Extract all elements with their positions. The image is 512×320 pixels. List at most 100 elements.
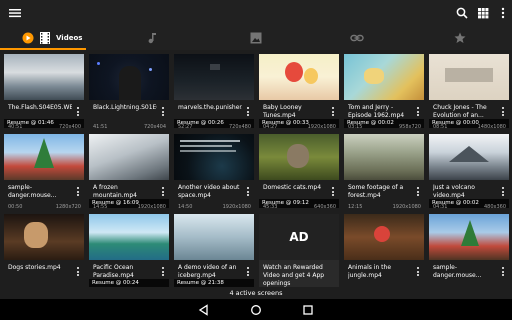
video-title: Tom and Jerry - Episode 1962.mp4 [348, 104, 405, 119]
video-thumbnail[interactable] [4, 214, 84, 260]
video-title: A frozen mountain.mp4 [93, 184, 137, 199]
video-card[interactable]: Black.Lightning.S01E05.HDTV.x264... 41:5… [89, 54, 169, 130]
video-duration: 41:51 [93, 124, 108, 130]
video-card[interactable]: Resume @ 00:02 Tom and Jerry - Episode 1… [344, 54, 424, 130]
video-duration: 52:27 [178, 124, 193, 130]
grid-view-icon[interactable] [476, 6, 490, 20]
video-card[interactable]: Resume @ 09:12 Domestic cats.mp4 45:33 6… [259, 134, 339, 210]
back-icon[interactable] [198, 304, 210, 316]
video-duration: 40:51 [8, 124, 23, 130]
more-options-icon[interactable] [501, 107, 504, 116]
video-title: sample-danger.mouse... [8, 184, 57, 199]
video-thumbnail[interactable] [344, 214, 424, 260]
video-thumbnail[interactable] [344, 134, 424, 180]
ad-card[interactable]: AD Watch an Rewarded Video and get 4 App… [259, 214, 339, 288]
video-card[interactable]: Resume @ 00:26 marvels.the.punisher.s01e… [174, 54, 254, 130]
video-card[interactable]: Resume @ 21:38 A demo video of an iceber… [174, 214, 254, 288]
video-thumbnail[interactable] [174, 54, 254, 100]
video-card[interactable]: sample-danger.mouse... [429, 214, 509, 288]
top-app-bar [0, 0, 512, 26]
video-duration: 00:50 [8, 204, 23, 210]
active-tab-indicator [0, 48, 86, 50]
overflow-menu-icon[interactable] [496, 6, 510, 20]
app-logo-icon [22, 32, 34, 44]
video-duration: 14:50 [178, 204, 193, 210]
video-thumbnail[interactable] [259, 54, 339, 100]
ad-text: Watch an Rewarded Video and get 4 App op… [263, 264, 325, 287]
more-options-icon[interactable] [76, 187, 79, 196]
search-icon[interactable] [455, 6, 469, 20]
more-options-icon[interactable] [161, 267, 164, 276]
video-title: Another video about space.mp4 [178, 184, 240, 199]
video-title: Domestic cats.mp4 [263, 184, 322, 191]
more-options-icon[interactable] [501, 187, 504, 196]
more-options-icon[interactable] [331, 187, 334, 196]
video-card[interactable]: Animals in the jungle.mp4 [344, 214, 424, 288]
video-title: Some footage of a forest.mp4 [348, 184, 404, 199]
more-options-icon[interactable] [501, 267, 504, 276]
video-card[interactable]: Another video about space.mp4 14:50 1920… [174, 134, 254, 210]
video-title: Just a volcano video.mp4 [433, 184, 475, 199]
video-thumbnail[interactable] [89, 54, 169, 100]
video-title: sample-danger.mouse... [433, 264, 482, 279]
video-resolution: 720x400 [58, 124, 81, 130]
video-grid: Resume @ 01:46 The.Flash.S04E05.WEBRip.x… [0, 52, 512, 288]
favorites-star-icon[interactable] [454, 32, 466, 44]
video-card[interactable]: Resume @ 01:46 The.Flash.S04E05.WEBRip.x… [4, 54, 84, 130]
link-icon[interactable] [350, 33, 364, 43]
video-title: Animals in the jungle.mp4 [348, 264, 392, 279]
more-options-icon[interactable] [331, 107, 334, 116]
video-duration: 03:15 [348, 124, 363, 130]
more-options-icon[interactable] [416, 107, 419, 116]
video-resolution: 1920x1080 [392, 204, 421, 210]
video-card[interactable]: sample-danger.mouse... 00:50 1280x720 [4, 134, 84, 210]
video-resolution: 1280x720 [55, 204, 81, 210]
music-icon[interactable] [147, 32, 157, 44]
video-title: Pacific Ocean Paradise.mp4 [93, 264, 134, 279]
more-options-icon[interactable] [76, 267, 79, 276]
category-tabs: Videos [0, 26, 512, 50]
tab-videos[interactable]: Videos [22, 26, 82, 50]
video-card[interactable]: Resume @ 00:24 Pacific Ocean Paradise.mp… [89, 214, 169, 288]
video-duration: 04:27 [263, 124, 278, 130]
tab-videos-label: Videos [56, 34, 83, 42]
video-thumbnail[interactable] [4, 54, 84, 100]
video-card[interactable]: Dogs stories.mp4 [4, 214, 84, 288]
video-thumbnail[interactable] [259, 134, 339, 180]
home-icon[interactable] [250, 304, 262, 316]
video-thumbnail[interactable] [89, 214, 169, 260]
video-card[interactable]: Resume @ 00:02 Just a volcano video.mp4 … [429, 134, 509, 210]
video-title: Chuck Jones - The Evolution of an... [433, 104, 487, 119]
video-card[interactable]: Some footage of a forest.mp4 12:15 1920x… [344, 134, 424, 210]
video-resolution: 1920x1080 [137, 204, 166, 210]
video-card[interactable]: Resume @ 16:09 A frozen mountain.mp4 14:… [89, 134, 169, 210]
video-title: A demo video of an iceberg.mp4 [178, 264, 237, 279]
video-thumbnail[interactable] [429, 214, 509, 260]
more-options-icon[interactable] [161, 187, 164, 196]
video-card[interactable]: Resume @ 00:33 Baby Looney Tunes.mp4 04:… [259, 54, 339, 130]
more-options-icon[interactable] [246, 187, 249, 196]
more-options-icon[interactable] [246, 107, 249, 116]
video-thumbnail[interactable] [429, 134, 509, 180]
video-thumbnail[interactable] [429, 54, 509, 100]
video-thumbnail[interactable] [89, 134, 169, 180]
recents-icon[interactable] [302, 304, 314, 316]
video-title: Dogs stories.mp4 [8, 264, 61, 271]
menu-icon[interactable] [8, 6, 22, 20]
system-nav-bar [0, 299, 512, 320]
more-options-icon[interactable] [416, 267, 419, 276]
video-resolution: 480x360 [483, 204, 506, 210]
video-card[interactable]: Resume @ 00:00 Chuck Jones - The Evoluti… [429, 54, 509, 130]
video-resolution: 1480x1080 [477, 124, 506, 130]
video-duration: 08:51 [433, 124, 448, 130]
video-thumbnail[interactable] [174, 134, 254, 180]
more-options-icon[interactable] [161, 107, 164, 116]
video-thumbnail[interactable] [174, 214, 254, 260]
more-options-icon[interactable] [246, 267, 249, 276]
image-icon[interactable] [250, 32, 262, 44]
video-thumbnail[interactable] [4, 134, 84, 180]
video-resolution: 1920x1080 [222, 204, 251, 210]
more-options-icon[interactable] [76, 107, 79, 116]
more-options-icon[interactable] [416, 187, 419, 196]
video-thumbnail[interactable] [344, 54, 424, 100]
